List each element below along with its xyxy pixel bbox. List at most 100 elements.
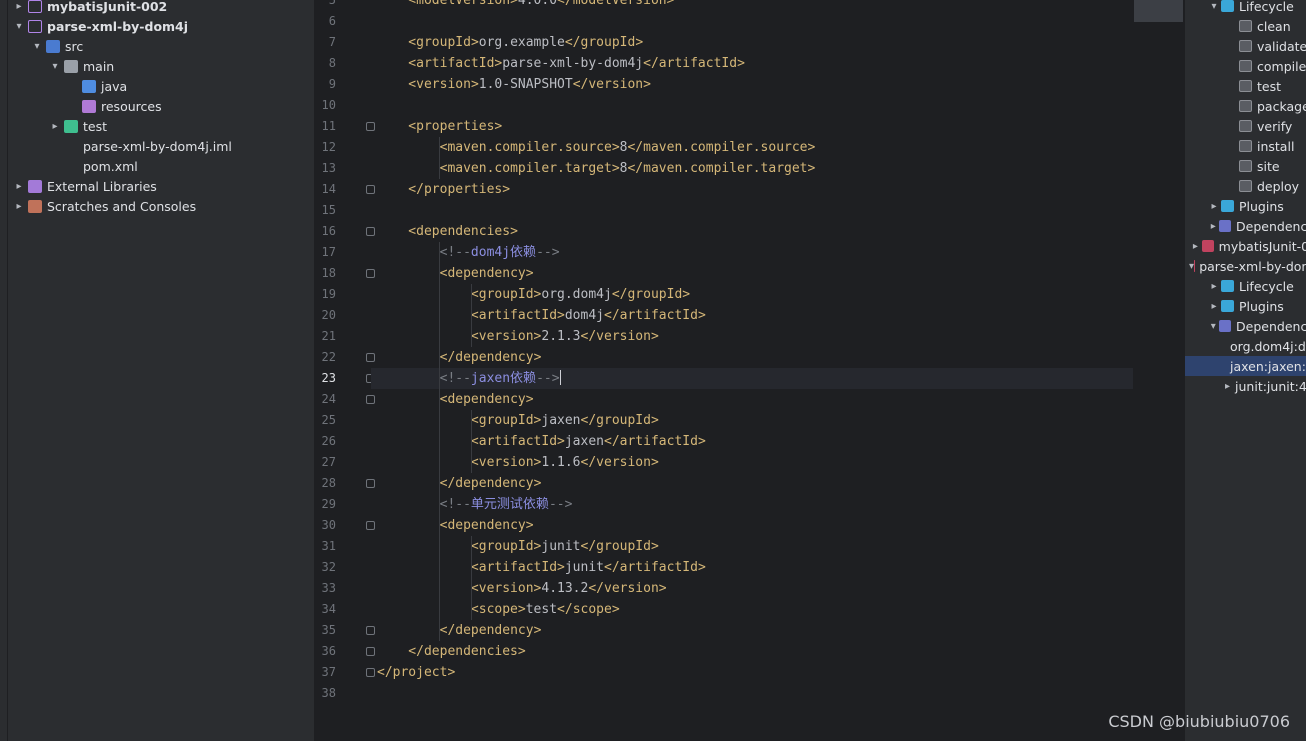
- code-line[interactable]: <version>1.0-SNAPSHOT</version>: [377, 74, 1137, 95]
- maven-item-mybatisjunit-002[interactable]: ▸ mybatisJunit-002: [1185, 236, 1306, 256]
- maven-item-test[interactable]: test: [1185, 76, 1306, 96]
- code-line[interactable]: [377, 95, 1137, 116]
- code-line[interactable]: <artifactId>junit</artifactId>: [377, 557, 1137, 578]
- fold-marker-icon[interactable]: [366, 353, 375, 362]
- fold-marker-icon[interactable]: [366, 227, 375, 236]
- maven-item-verify[interactable]: verify: [1185, 116, 1306, 136]
- code-line[interactable]: <artifactId>jaxen</artifactId>: [377, 431, 1137, 452]
- code-line[interactable]: <artifactId>dom4j</artifactId>: [377, 305, 1137, 326]
- maven-item-validate[interactable]: validate: [1185, 36, 1306, 56]
- maven-item-deploy[interactable]: deploy: [1185, 176, 1306, 196]
- tree-item-java[interactable]: java: [8, 76, 314, 96]
- code-line[interactable]: <!--jaxen依赖-->: [371, 368, 1133, 389]
- chevron-down-icon[interactable]: ▾: [1207, 321, 1219, 332]
- chevron-right-icon[interactable]: ▸: [1207, 221, 1219, 232]
- maven-item-clean[interactable]: clean: [1185, 16, 1306, 36]
- code-line[interactable]: </properties>: [377, 179, 1137, 200]
- code-line[interactable]: <groupId>jaxen</groupId>: [377, 410, 1137, 431]
- maven-item-jaxen-jaxen-1-1-6[interactable]: jaxen:jaxen:1.1.6: [1185, 356, 1306, 376]
- fold-marker-icon[interactable]: [366, 668, 375, 677]
- fold-marker-icon[interactable]: [366, 479, 375, 488]
- chevron-down-icon[interactable]: ▾: [1207, 1, 1221, 12]
- code-line[interactable]: <artifactId>parse-xml-by-dom4j</artifact…: [377, 53, 1137, 74]
- code-line[interactable]: <groupId>org.dom4j</groupId>: [377, 284, 1137, 305]
- maven-item-package[interactable]: package: [1185, 96, 1306, 116]
- code-line[interactable]: <dependency>: [377, 263, 1137, 284]
- chevron-down-icon[interactable]: ▾: [12, 21, 26, 32]
- tree-item-pom-xml[interactable]: pom.xml: [8, 156, 314, 176]
- tree-item-resources[interactable]: resources: [8, 96, 314, 116]
- code-line[interactable]: [377, 683, 1137, 704]
- fold-marker-icon[interactable]: [366, 122, 375, 131]
- xml-tag-name: dependency: [455, 476, 534, 491]
- code-line[interactable]: <scope>test</scope>: [377, 599, 1137, 620]
- fold-marker-icon[interactable]: [366, 521, 375, 530]
- code-line[interactable]: <!--单元测试依赖-->: [377, 494, 1137, 515]
- maven-item-org-dom4j-dom4j-2-1-3[interactable]: org.dom4j:dom4j:2.1.3: [1185, 336, 1306, 356]
- maven-item-plugins[interactable]: ▸ Plugins: [1185, 196, 1306, 216]
- code-line[interactable]: <dependency>: [377, 389, 1137, 410]
- code-line[interactable]: [377, 200, 1137, 221]
- tree-item-external-libraries[interactable]: ▸ External Libraries: [8, 176, 314, 196]
- chevron-right-icon[interactable]: ▸: [1207, 301, 1221, 312]
- chevron-right-icon[interactable]: ▸: [1225, 381, 1230, 392]
- maven-item-site[interactable]: site: [1185, 156, 1306, 176]
- maven-item-dependencies[interactable]: ▸ Dependencies: [1185, 216, 1306, 236]
- code-line[interactable]: <maven.compiler.target>8</maven.compiler…: [377, 158, 1137, 179]
- code-line[interactable]: <version>2.1.3</version>: [377, 326, 1137, 347]
- chevron-right-icon[interactable]: ▸: [12, 201, 26, 212]
- fold-marker-icon[interactable]: [366, 395, 375, 404]
- code-line[interactable]: <!--dom4j依赖-->: [377, 242, 1137, 263]
- code-line[interactable]: <dependencies>: [377, 221, 1137, 242]
- chevron-right-icon[interactable]: ▸: [12, 181, 26, 192]
- xml-bracket: <: [377, 266, 448, 281]
- maven-item-compile[interactable]: compile: [1185, 56, 1306, 76]
- code-editor[interactable]: 5 6 7 8 9 10 11 12 13 14 15 16 17 18 19 20 21 22 23 24 25 26 2…: [315, 0, 1184, 741]
- maven-item-lifecycle[interactable]: ▾ Lifecycle: [1185, 0, 1306, 16]
- xml-bracket: >: [447, 665, 456, 680]
- code-line[interactable]: </dependencies>: [377, 641, 1137, 662]
- maven-item-lifecycle[interactable]: ▸ Lifecycle: [1185, 276, 1306, 296]
- minimap-thumb[interactable]: [1134, 0, 1184, 22]
- code-line[interactable]: </dependency>: [377, 347, 1137, 368]
- tree-item-test[interactable]: ▸ test: [8, 116, 314, 136]
- maven-item-dependencies[interactable]: ▾ Dependencies: [1185, 316, 1306, 336]
- code-line[interactable]: </dependency>: [377, 620, 1137, 641]
- code-line[interactable]: <groupId>org.example</groupId>: [377, 32, 1137, 53]
- code-line[interactable]: <maven.compiler.source>8</maven.compiler…: [377, 137, 1137, 158]
- code-line[interactable]: <dependency>: [377, 515, 1137, 536]
- chevron-down-icon[interactable]: ▾: [48, 61, 62, 72]
- code-line[interactable]: <version>4.13.2</version>: [377, 578, 1137, 599]
- code-line[interactable]: </project>: [377, 662, 1137, 683]
- tree-item-parse-xml-by-dom4j-iml[interactable]: parse-xml-by-dom4j.iml: [8, 136, 314, 156]
- tree-item-src[interactable]: ▾ src: [8, 36, 314, 56]
- code-line[interactable]: <groupId>junit</groupId>: [377, 536, 1137, 557]
- chevron-right-icon[interactable]: ▸: [1207, 281, 1221, 292]
- tree-item-main[interactable]: ▾ main: [8, 56, 314, 76]
- code-line[interactable]: <version>1.1.6</version>: [377, 452, 1137, 473]
- fold-marker-icon[interactable]: [366, 185, 375, 194]
- maven-item-install[interactable]: install: [1185, 136, 1306, 156]
- code-line[interactable]: <modelVersion>4.0.0</modelVersion>: [377, 0, 1137, 11]
- maven-item-junit-junit-4-13-2[interactable]: ▸ junit:junit:4.13.2: [1185, 376, 1306, 396]
- maven-item-parse-xml-by-dom4j[interactable]: ▾parse-xml-by-dom4j: [1185, 256, 1306, 276]
- tree-item-scratches-and-consoles[interactable]: ▸ Scratches and Consoles: [8, 196, 314, 216]
- code-line[interactable]: <properties>: [377, 116, 1137, 137]
- code-line[interactable]: </dependency>: [377, 473, 1137, 494]
- chevron-down-icon[interactable]: ▾: [30, 41, 44, 52]
- fold-marker-icon[interactable]: [366, 647, 375, 656]
- goal-icon: [1239, 80, 1252, 92]
- chevron-right-icon[interactable]: ▸: [1189, 241, 1202, 252]
- xml-tag-name: modelVersion: [416, 0, 511, 8]
- fold-marker-icon[interactable]: [366, 626, 375, 635]
- tree-item-parse-xml-by-dom4j[interactable]: ▾ parse-xml-by-dom4j: [8, 16, 314, 36]
- tree-item-mybatisjunit-002[interactable]: ▸ mybatisJunit-002: [8, 0, 314, 16]
- code-line[interactable]: [377, 11, 1137, 32]
- maven-item-plugins[interactable]: ▸ Plugins: [1185, 296, 1306, 316]
- tree-item-label: main: [83, 58, 115, 74]
- chevron-right-icon[interactable]: ▸: [12, 1, 26, 12]
- xml-tag-name: artifactId: [478, 560, 558, 575]
- fold-marker-icon[interactable]: [366, 269, 375, 278]
- chevron-right-icon[interactable]: ▸: [48, 121, 62, 132]
- chevron-right-icon[interactable]: ▸: [1207, 201, 1221, 212]
